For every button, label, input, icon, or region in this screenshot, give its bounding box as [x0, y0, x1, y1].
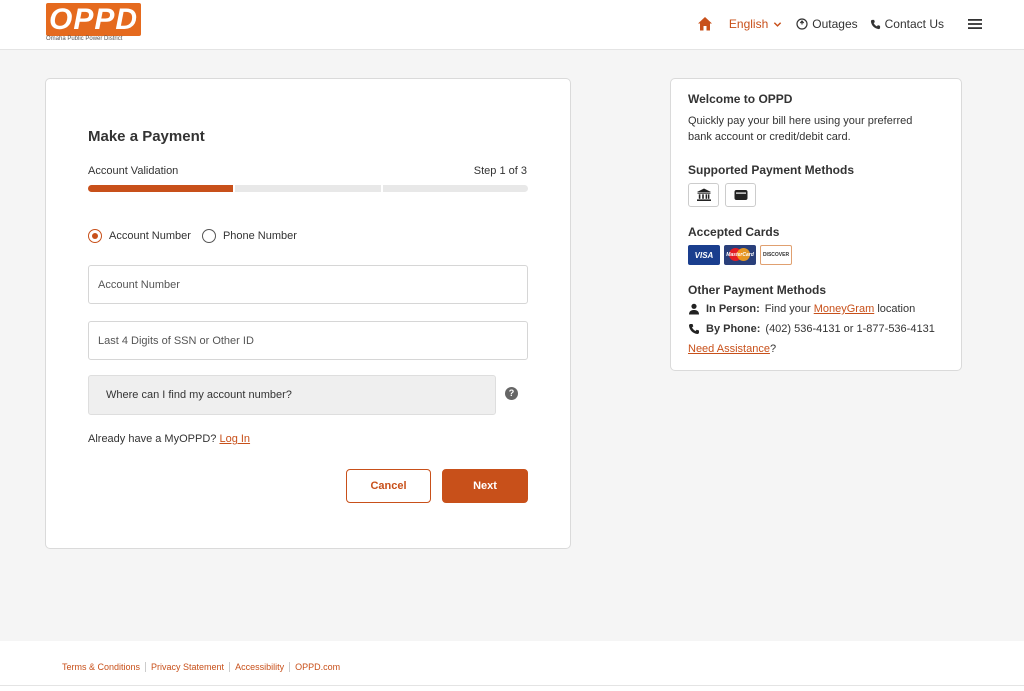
chevron-down-icon — [774, 21, 782, 27]
login-prompt-text: Already have a MyOPPD? — [88, 433, 217, 445]
language-selector[interactable]: English — [729, 17, 782, 31]
assistance-row: Need Assistance? — [688, 343, 944, 355]
logo-subtitle: Omaha Public Power District — [46, 36, 123, 42]
login-link[interactable]: Log In — [219, 433, 250, 445]
progress-segment-2 — [235, 185, 381, 192]
payment-info-card: Welcome to OPPD Quickly pay your bill he… — [670, 78, 962, 371]
person-icon — [689, 303, 699, 315]
mastercard-card-icon: MasterCard — [724, 245, 756, 265]
other-methods-title: Other Payment Methods — [688, 283, 827, 297]
supported-methods-list — [688, 183, 944, 207]
welcome-title: Welcome to OPPD — [688, 92, 793, 106]
outage-icon — [796, 18, 808, 30]
visa-text: VISA — [694, 250, 714, 260]
contact-label: Contact Us — [884, 17, 944, 31]
supported-methods-title: Supported Payment Methods — [688, 163, 855, 177]
cancel-button[interactable]: Cancel — [346, 469, 431, 503]
accepted-cards-list: VISA MasterCard DISCOVER — [688, 245, 944, 265]
in-person-label: In Person: — [706, 303, 760, 315]
visa-card-icon: VISA — [688, 245, 720, 265]
phone-icon — [870, 19, 880, 29]
account-number-input[interactable] — [88, 265, 528, 304]
progress-segment-3 — [382, 185, 528, 192]
page-title: Make a Payment — [88, 128, 205, 145]
home-icon[interactable] — [697, 16, 713, 32]
in-person-suffix: location — [877, 303, 916, 315]
outages-link[interactable]: Outages — [796, 17, 858, 31]
footer-link-terms[interactable]: Terms & Conditions — [62, 662, 145, 672]
step-label: Account Validation — [88, 165, 179, 177]
radio-label: Phone Number — [222, 230, 297, 242]
footer-link-accessibility[interactable]: Accessibility — [229, 662, 289, 672]
assistance-suffix: ? — [769, 343, 777, 355]
bank-icon — [688, 183, 719, 207]
top-nav: English Outages Contact Us — [697, 0, 982, 48]
mastercard-text: MasterCard — [726, 252, 754, 258]
progress-segment-1 — [88, 185, 234, 192]
by-phone-number: (402) 536-4131 or 1-877-536-4131 — [765, 323, 935, 335]
step-count: Step 1 of 3 — [473, 165, 527, 177]
outages-label: Outages — [812, 17, 858, 31]
radio-label: Account Number — [109, 230, 191, 242]
lookup-type-radio-group: Account Number Phone Number — [88, 229, 308, 243]
need-assistance-link[interactable]: Need Assistance — [688, 343, 770, 355]
by-phone-label: By Phone: — [706, 323, 761, 335]
helper-text: Where can I find my account number? — [106, 389, 292, 401]
accepted-cards-title: Accepted Cards — [688, 225, 780, 239]
logo-wordmark: OPPD — [46, 3, 142, 36]
in-person-text: Find your — [764, 303, 811, 315]
language-label: English — [728, 17, 769, 31]
radio-button-unchecked[interactable] — [201, 229, 216, 243]
by-phone-row: By Phone: (402) 536-4131 or 1-877-536-41… — [688, 323, 944, 335]
find-account-number-expander[interactable]: Where can I find my account number? — [88, 375, 496, 415]
welcome-text: Quickly pay your bill here using your pr… — [688, 115, 913, 143]
footer-link-oppd[interactable]: OPPD.com — [289, 662, 345, 672]
in-person-row: In Person: Find your MoneyGram location — [688, 303, 944, 315]
ssn-id-input[interactable] — [88, 321, 528, 360]
contact-us-link[interactable]: Contact Us — [870, 17, 944, 31]
footer-link-privacy[interactable]: Privacy Statement — [145, 662, 229, 672]
radio-account-number[interactable]: Account Number — [88, 229, 191, 243]
oppd-logo[interactable]: OPPD Omaha Public Power District — [46, 3, 142, 45]
moneygram-link[interactable]: MoneyGram — [814, 303, 875, 315]
step-progress-bar — [88, 185, 528, 192]
payment-form-card: Make a Payment Account Validation Step 1… — [45, 78, 571, 549]
help-icon[interactable]: ? — [505, 387, 518, 400]
wallet-icon — [725, 183, 756, 207]
footer-divider — [0, 685, 1024, 686]
login-prompt: Already have a MyOPPD? Log In — [88, 433, 250, 445]
footer-links: Terms & Conditions Privacy Statement Acc… — [62, 662, 345, 672]
radio-button-checked[interactable] — [88, 229, 102, 243]
hamburger-menu-icon[interactable] — [968, 18, 982, 30]
discover-card-icon: DISCOVER — [760, 245, 792, 265]
site-footer: Terms & Conditions Privacy Statement Acc… — [0, 641, 1024, 691]
radio-phone-number[interactable]: Phone Number — [201, 229, 297, 243]
discover-text: DISCOVER — [762, 252, 790, 258]
site-header: OPPD Omaha Public Power District English… — [0, 0, 1024, 50]
phone-icon — [689, 324, 699, 334]
next-button[interactable]: Next — [442, 469, 528, 503]
